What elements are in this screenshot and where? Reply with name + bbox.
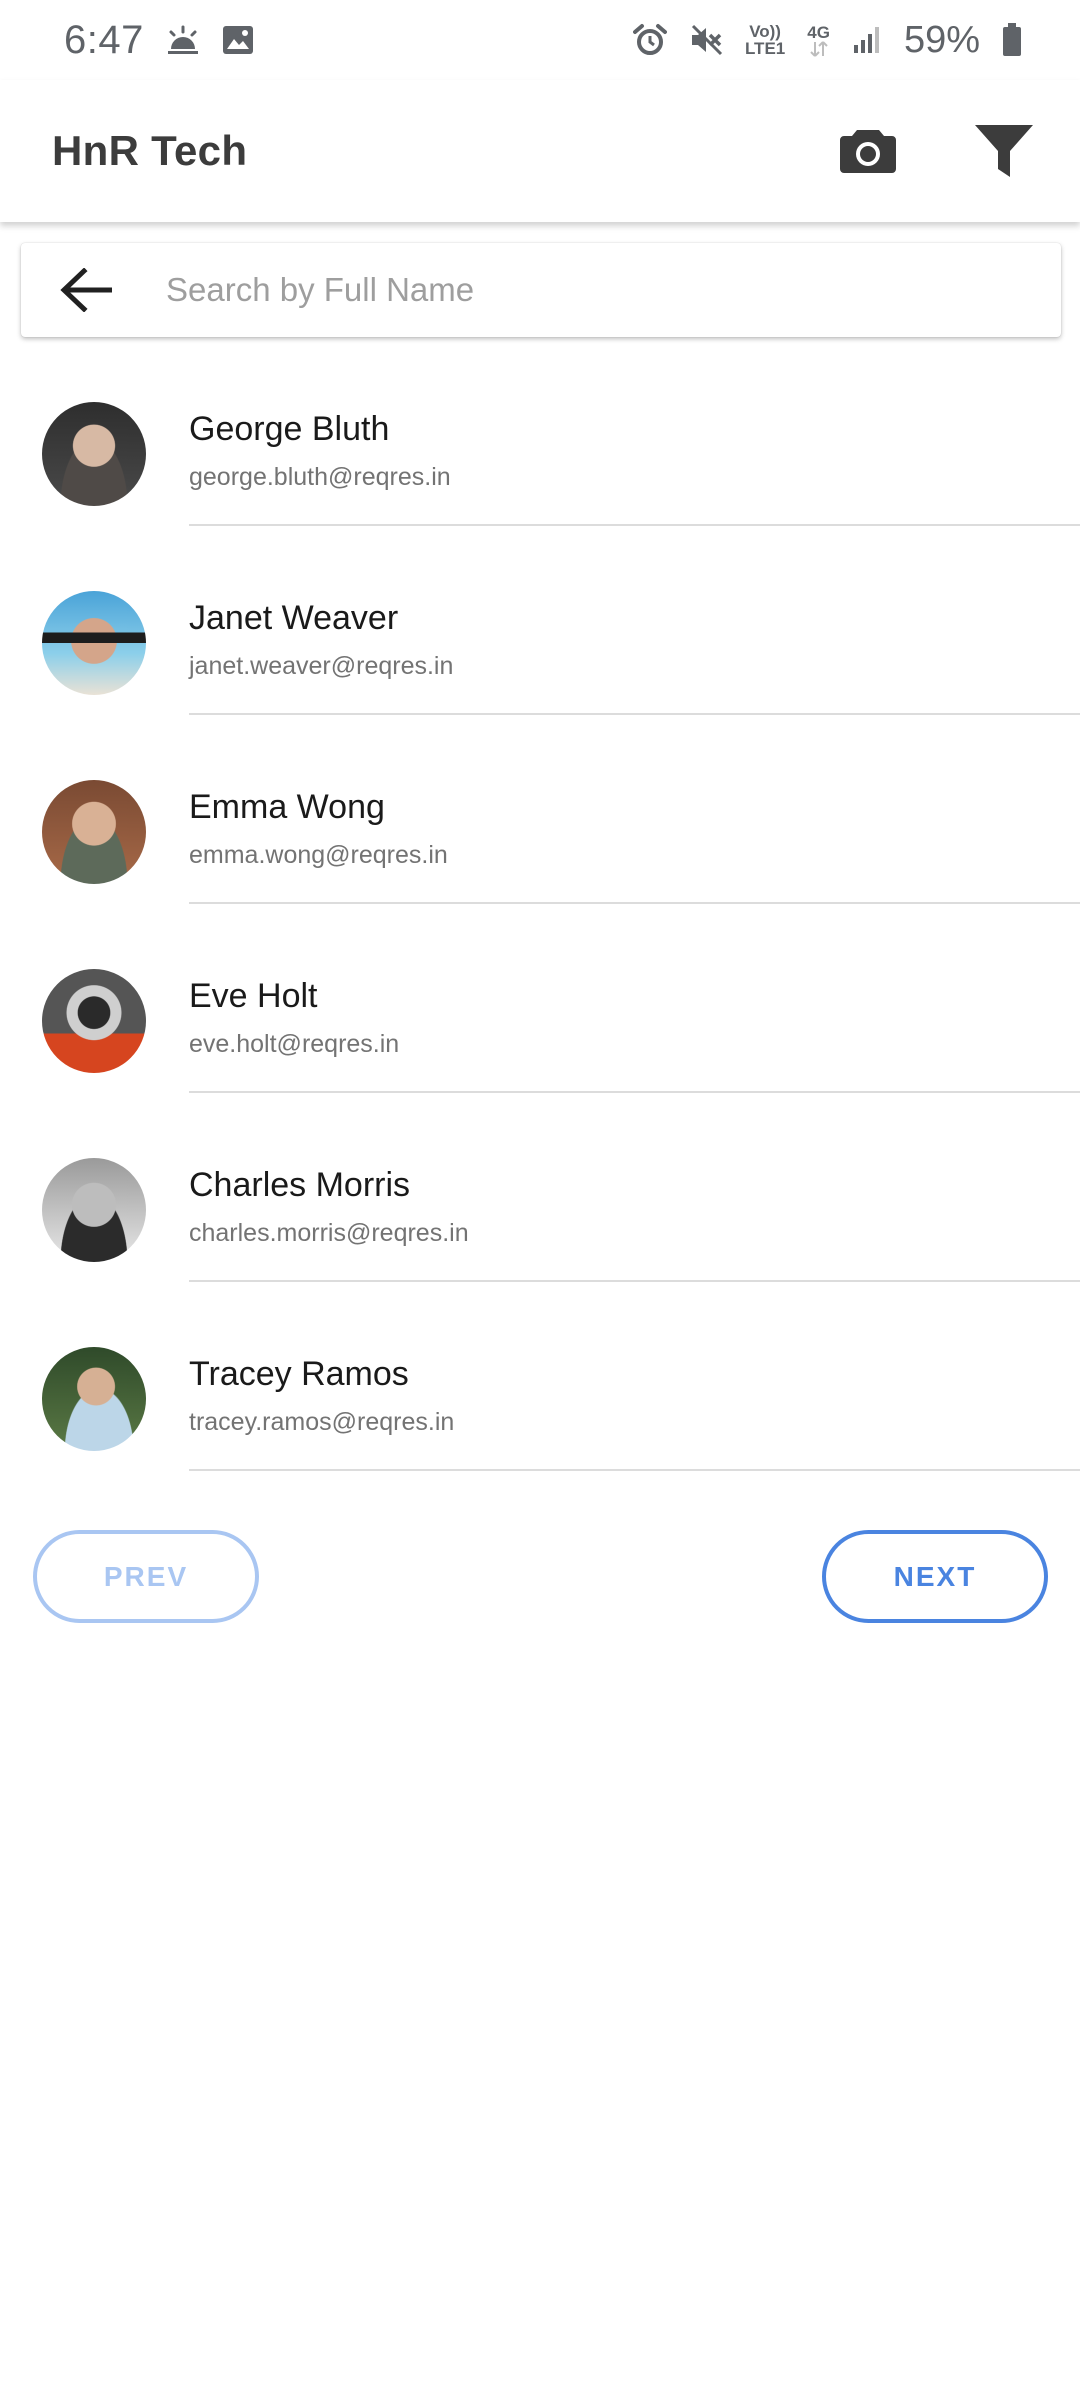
search-input[interactable] (151, 243, 1061, 337)
divider (189, 1469, 1080, 1471)
status-time: 6:47 (64, 17, 144, 62)
gallery-icon (222, 25, 254, 55)
list-item[interactable]: George Bluth george.bluth@reqres.in (0, 380, 1080, 569)
user-list: George Bluth george.bluth@reqres.in Jane… (0, 380, 1080, 1514)
battery-percent: 59% (903, 18, 980, 61)
app-bar: HnR Tech (0, 80, 1080, 222)
list-item[interactable]: Tracey Ramos tracey.ramos@reqres.in (0, 1325, 1080, 1514)
avatar (42, 1347, 146, 1451)
signal-icon (852, 25, 882, 55)
divider (189, 524, 1080, 526)
network-label: 4G (807, 22, 830, 42)
user-email: tracey.ramos@reqres.in (189, 1408, 455, 1436)
list-item[interactable]: Emma Wong emma.wong@reqres.in (0, 758, 1080, 947)
user-email: george.bluth@reqres.in (189, 463, 451, 491)
alarm-icon (632, 23, 667, 57)
camera-icon (840, 130, 896, 173)
user-name: Charles Morris (189, 1166, 411, 1204)
user-email: charles.morris@reqres.in (189, 1219, 469, 1247)
filter-button[interactable] (968, 115, 1040, 187)
back-button[interactable] (21, 243, 151, 337)
volte-icon: Vo)) LTE1 (745, 23, 785, 57)
filter-icon (975, 125, 1033, 177)
avatar (42, 780, 146, 884)
mute-icon (689, 24, 723, 56)
divider (189, 1280, 1080, 1282)
camera-button[interactable] (832, 115, 904, 187)
app-bar-actions (832, 115, 1040, 187)
avatar (42, 1158, 146, 1262)
user-email: janet.weaver@reqres.in (189, 652, 454, 680)
weather-icon (166, 25, 200, 55)
user-name: Emma Wong (189, 788, 385, 826)
volte-bottom-label: LTE1 (744, 39, 786, 58)
user-email: emma.wong@reqres.in (189, 841, 448, 869)
divider (189, 902, 1080, 904)
avatar (42, 402, 146, 506)
divider (189, 713, 1080, 715)
list-item[interactable]: Janet Weaver janet.weaver@reqres.in (0, 569, 1080, 758)
divider (189, 1091, 1080, 1093)
network-4g-icon: 4G (807, 24, 830, 57)
status-bar: 6:47 Vo)) LTE1 4G 59% (0, 0, 1080, 80)
next-button[interactable]: NEXT (822, 1530, 1048, 1623)
app-title: HnR Tech (52, 127, 248, 174)
user-name: Tracey Ramos (189, 1355, 409, 1393)
avatar (42, 969, 146, 1073)
back-arrow-icon (60, 268, 112, 312)
avatar (42, 591, 146, 695)
user-email: eve.holt@reqres.in (189, 1030, 400, 1058)
user-name: Janet Weaver (189, 599, 399, 637)
volte-top-label: Vo)) (749, 22, 781, 41)
search-bar (21, 243, 1061, 337)
user-name: George Bluth (189, 410, 390, 448)
prev-button[interactable]: PREV (33, 1530, 259, 1623)
list-item[interactable]: Eve Holt eve.holt@reqres.in (0, 947, 1080, 1136)
battery-icon (1002, 23, 1022, 57)
status-right: Vo)) LTE1 4G 59% (632, 18, 1022, 62)
status-left: 6:47 (64, 18, 254, 63)
user-name: Eve Holt (189, 977, 318, 1015)
list-item[interactable]: Charles Morris charles.morris@reqres.in (0, 1136, 1080, 1325)
